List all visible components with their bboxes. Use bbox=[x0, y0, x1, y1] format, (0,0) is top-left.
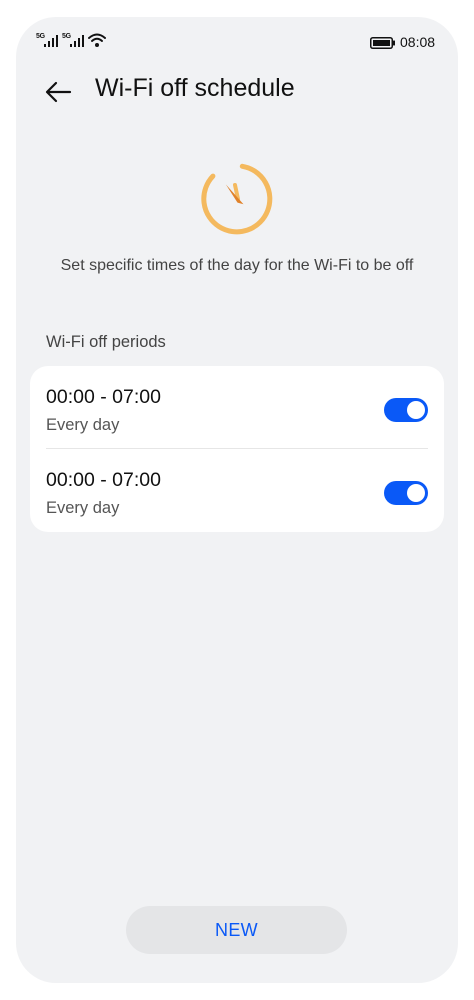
toggle-knob bbox=[407, 484, 425, 502]
status-bar: 5G 5G 08:08 bbox=[16, 17, 458, 67]
cell-signal-icon bbox=[70, 35, 84, 47]
new-button[interactable]: NEW bbox=[126, 906, 347, 954]
arrow-left-icon bbox=[45, 81, 72, 103]
period-row[interactable]: 00:00 - 07:00 Every day bbox=[30, 366, 444, 448]
cell-signal-icon bbox=[44, 35, 58, 47]
section-label-off-periods: Wi-Fi off periods bbox=[46, 333, 166, 351]
timer-icon bbox=[201, 163, 273, 235]
periods-card: 00:00 - 07:00 Every day 00:00 - 07:00 Ev… bbox=[30, 366, 444, 532]
clock: 08:08 bbox=[400, 34, 436, 50]
period-time-range: 00:00 - 07:00 bbox=[46, 469, 161, 491]
toggle-knob bbox=[407, 401, 425, 419]
period-toggle[interactable] bbox=[384, 481, 428, 505]
period-repeat: Every day bbox=[46, 499, 120, 517]
wifi-icon bbox=[88, 33, 106, 47]
back-button[interactable] bbox=[42, 77, 76, 107]
battery-icon bbox=[370, 37, 395, 49]
period-repeat: Every day bbox=[46, 416, 120, 434]
schedule-description: Set specific times of the day for the Wi… bbox=[60, 257, 414, 274]
period-toggle[interactable] bbox=[384, 398, 428, 422]
page-title: Wi-Fi off schedule bbox=[95, 74, 295, 102]
period-row[interactable]: 00:00 - 07:00 Every day bbox=[30, 449, 444, 531]
app-bar: Wi-Fi off schedule bbox=[16, 67, 458, 117]
period-time-range: 00:00 - 07:00 bbox=[46, 386, 161, 408]
phone-screen: 5G 5G 08:08 Wi-Fi off schedule Set speci… bbox=[16, 17, 458, 983]
